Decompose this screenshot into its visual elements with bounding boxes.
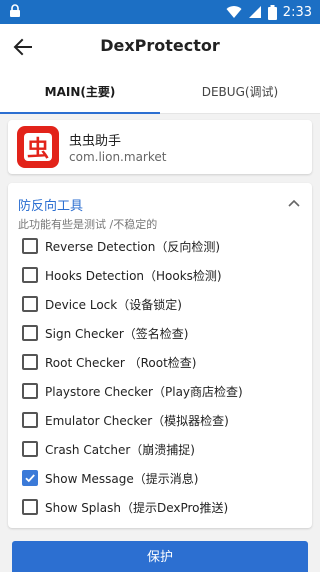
- option-label: Crash Catcher（崩溃捕捉): [45, 443, 195, 457]
- app-logo: 虫: [17, 126, 59, 168]
- status-bar: 2:33: [0, 0, 320, 24]
- tab-bar: MAIN(主要) DEBUG(调试): [0, 70, 320, 114]
- option-device-lock[interactable]: Device Lock（设备锁定): [22, 293, 302, 317]
- option-show-message[interactable]: Show Message（提示消息): [22, 467, 302, 491]
- lock-icon: [10, 4, 20, 17]
- checkbox[interactable]: [22, 412, 38, 428]
- option-emulator-checker[interactable]: Emulator Checker（模拟器检查): [22, 409, 302, 433]
- option-root-checker[interactable]: Root Checker （Root检查): [22, 351, 302, 375]
- checkbox[interactable]: [22, 354, 38, 370]
- page-title: DexProtector: [100, 36, 220, 55]
- checkbox[interactable]: [22, 267, 38, 283]
- status-time: 2:33: [282, 4, 312, 20]
- option-playstore-checker[interactable]: Playstore Checker（Play商店检查): [22, 380, 302, 404]
- option-label: Show Splash（提示DexPro推送): [45, 501, 229, 515]
- anti-reverse-card: 防反向工具 此功能有些是测试 /不稳定的 Reverse Detection（反…: [8, 183, 312, 528]
- checkbox[interactable]: [22, 296, 38, 312]
- signal-icon: [248, 6, 261, 18]
- option-label: Root Checker （Root检查): [45, 356, 197, 370]
- checkbox[interactable]: [22, 499, 38, 515]
- app-package-name: com.lion.market: [69, 150, 167, 164]
- svg-text:虫: 虫: [27, 136, 49, 162]
- tab-indicator: [0, 112, 160, 114]
- option-label: Device Lock（设备锁定): [45, 298, 182, 312]
- battery-icon: [267, 4, 277, 20]
- option-label: Show Message（提示消息): [45, 472, 199, 486]
- section-title: 防反向工具: [18, 199, 84, 214]
- option-label: Hooks Detection（Hooks检测): [45, 269, 222, 283]
- option-hooks-detection[interactable]: Hooks Detection（Hooks检测): [22, 264, 302, 288]
- checkbox[interactable]: [22, 325, 38, 341]
- app-bar: DexProtector: [0, 24, 320, 70]
- checkbox[interactable]: [22, 238, 38, 254]
- app-name: 虫虫助手: [69, 134, 122, 149]
- option-crash-catcher[interactable]: Crash Catcher（崩溃捕捉): [22, 438, 302, 462]
- checkbox[interactable]: [22, 441, 38, 457]
- option-label: Playstore Checker（Play商店检查): [45, 385, 243, 399]
- option-label: Emulator Checker（模拟器检查): [45, 414, 229, 428]
- checkbox[interactable]: [22, 383, 38, 399]
- option-label: Sign Checker（签名检查): [45, 327, 189, 341]
- option-reverse-detection[interactable]: Reverse Detection（反向检测): [22, 235, 302, 259]
- wifi-icon: [226, 6, 242, 19]
- protect-button[interactable]: 保护: [12, 541, 308, 572]
- tab-main[interactable]: MAIN(主要): [0, 70, 160, 114]
- option-label: Reverse Detection（反向检测): [45, 240, 221, 254]
- check-icon: [25, 474, 35, 483]
- checkbox-checked[interactable]: [22, 470, 38, 486]
- chevron-up-icon[interactable]: [286, 195, 302, 211]
- option-sign-checker[interactable]: Sign Checker（签名检查): [22, 322, 302, 346]
- tab-debug[interactable]: DEBUG(调试): [160, 70, 320, 114]
- option-show-splash[interactable]: Show Splash（提示DexPro推送): [22, 496, 302, 520]
- target-app-card[interactable]: 虫 虫虫助手 com.lion.market: [8, 120, 312, 174]
- section-subtitle: 此功能有些是测试 /不稳定的: [18, 218, 158, 231]
